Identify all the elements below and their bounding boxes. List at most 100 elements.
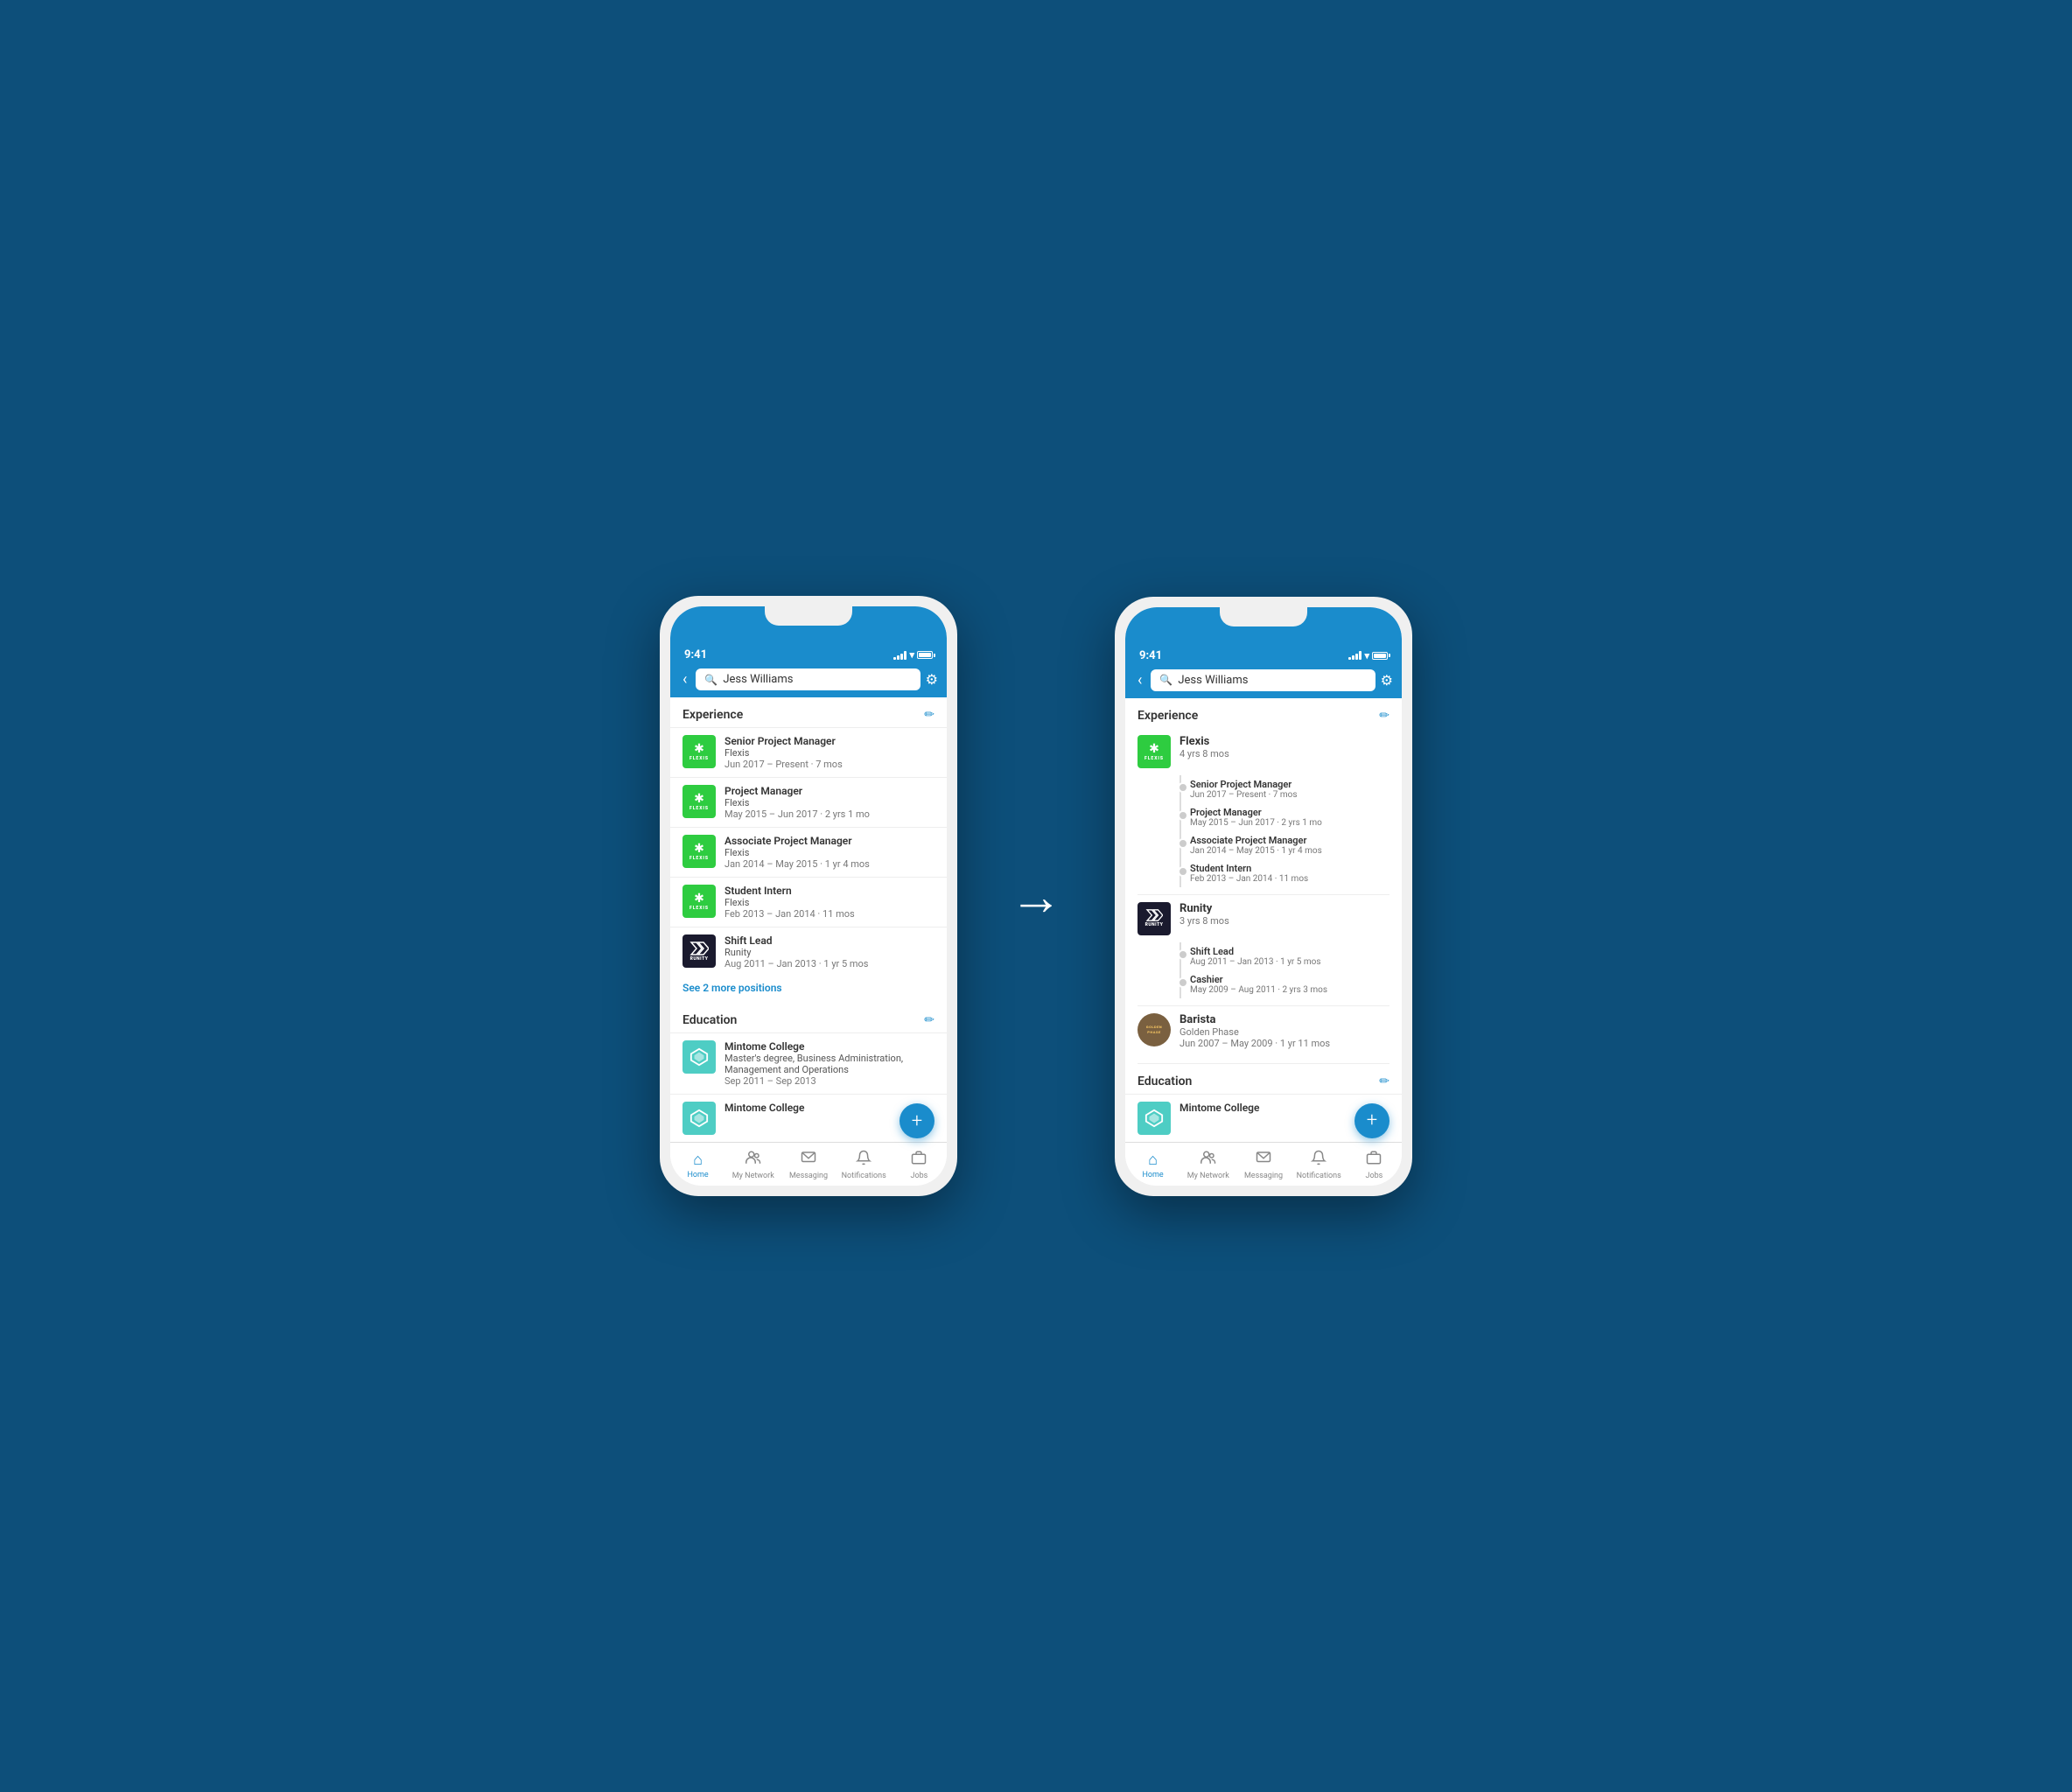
golden-name: Barista: [1180, 1013, 1390, 1026]
search-bar-right[interactable]: 🔍 Jess Williams: [1151, 669, 1375, 691]
messaging-label-right: Messaging: [1244, 1172, 1283, 1180]
golden-duration: Jun 2007 – May 2009 · 1 yr 11 mos: [1180, 1038, 1390, 1049]
nav-network-left[interactable]: My Network: [725, 1143, 780, 1186]
education-edit-left[interactable]: ✏: [924, 1013, 934, 1027]
wifi-icon-right: ▾: [1364, 650, 1369, 662]
jobs-label-left: Jobs: [911, 1172, 928, 1180]
experience-title-left: Experience: [682, 708, 743, 722]
exp-date-2: May 2015 – Jun 2017 · 2 yrs 1 mo: [724, 808, 934, 820]
edu-school-1: Mintome College: [724, 1040, 934, 1053]
exp-title-2: Project Manager: [724, 785, 934, 797]
runity-duration: 3 yrs 8 mos: [1180, 915, 1390, 927]
nav-home-left[interactable]: ⌂ Home: [670, 1144, 725, 1185]
see-more-link[interactable]: See 2 more positions: [670, 976, 947, 1003]
edu-item-1[interactable]: Mintome College Master's degree, Busines…: [670, 1032, 947, 1094]
experience-edit-right[interactable]: ✏: [1379, 709, 1390, 723]
exp-item-5[interactable]: RUNITY Shift Lead Runity Aug 2011 – Jan …: [670, 927, 947, 976]
flexis-role-4[interactable]: Student Intern Feb 2013 – Jan 2014 · 11 …: [1190, 859, 1390, 887]
nav-home-right[interactable]: ⌂ Home: [1125, 1144, 1180, 1185]
messaging-label-left: Messaging: [789, 1172, 828, 1180]
experience-header-right: Experience ✏: [1125, 698, 1402, 728]
company-group-runity: RUNITY Runity 3 yrs 8 mos Shift Lead Aug…: [1125, 895, 1402, 1005]
flexis-logo-1: ✱ FLEXIS: [682, 735, 716, 768]
home-icon-left: ⌂: [693, 1151, 703, 1169]
messaging-icon-left: [801, 1150, 816, 1170]
exp-details-4: Student Intern Flexis Feb 2013 – Jan 201…: [724, 885, 934, 920]
fab-left[interactable]: +: [900, 1103, 934, 1138]
golden-logo-grouped: GOLDENPHASE: [1138, 1013, 1171, 1046]
notifications-label-right: Notifications: [1297, 1172, 1341, 1180]
exp-company-4: Flexis: [724, 897, 934, 908]
back-button-left[interactable]: ‹: [679, 668, 690, 690]
flexis-logo-2: ✱ FLEXIS: [682, 785, 716, 818]
search-text-left: Jess Williams: [723, 673, 793, 686]
runity-info: Runity 3 yrs 8 mos: [1180, 902, 1390, 927]
exp-item-2[interactable]: ✱ FLEXIS Project Manager Flexis May 2015…: [670, 777, 947, 827]
search-icon-right: 🔍: [1159, 674, 1172, 686]
status-icons-right: ▾: [1348, 650, 1388, 662]
runity-role-1[interactable]: Shift Lead Aug 2011 – Jan 2013 · 1 yr 5 …: [1190, 942, 1390, 970]
nav-jobs-left[interactable]: Jobs: [892, 1143, 947, 1186]
jobs-label-right: Jobs: [1366, 1172, 1383, 1180]
education-header-left: Education ✏: [670, 1003, 947, 1032]
notifications-icon-right: [1311, 1150, 1326, 1170]
nav-network-right[interactable]: My Network: [1180, 1143, 1236, 1186]
edu-degree-1: Master's degree, Business Administration…: [724, 1053, 934, 1075]
nav-messaging-right[interactable]: Messaging: [1236, 1143, 1291, 1186]
nav-jobs-right[interactable]: Jobs: [1347, 1143, 1402, 1186]
exp-date-1: Jun 2017 – Present · 7 mos: [724, 759, 934, 770]
nav-notifications-left[interactable]: Notifications: [836, 1143, 892, 1186]
search-text-right: Jess Williams: [1178, 674, 1248, 687]
status-bar-left: 9:41 ▾: [670, 645, 947, 663]
mintome-logo-2: [682, 1102, 716, 1135]
battery-icon-left: [917, 651, 933, 659]
notch-area-left: [670, 606, 947, 645]
settings-button-right[interactable]: ⚙: [1381, 672, 1393, 689]
network-icon-right: [1200, 1150, 1216, 1170]
network-label-right: My Network: [1187, 1172, 1229, 1180]
fab-right[interactable]: +: [1354, 1103, 1390, 1138]
scene: 9:41 ▾ ‹ 🔍 Jess Williams ⚙: [660, 596, 1412, 1196]
flexis-role-3[interactable]: Associate Project Manager Jan 2014 – May…: [1190, 831, 1390, 859]
exp-item-3[interactable]: ✱ FLEXIS Associate Project Manager Flexi…: [670, 827, 947, 877]
header-right: ‹ 🔍 Jess Williams ⚙: [1125, 664, 1402, 698]
company-group-golden: GOLDENPHASE Barista Golden Phase Jun 200…: [1125, 1006, 1402, 1063]
exp-date-3: Jan 2014 – May 2015 · 1 yr 4 mos: [724, 858, 934, 870]
runity-role-2[interactable]: Cashier May 2009 – Aug 2011 · 2 yrs 3 mo…: [1190, 970, 1390, 998]
nav-messaging-left[interactable]: Messaging: [780, 1143, 836, 1186]
edu-date-1: Sep 2011 – Sep 2013: [724, 1075, 934, 1087]
notch-area-right: [1125, 607, 1402, 646]
back-button-right[interactable]: ‹: [1134, 669, 1145, 691]
exp-title-1: Senior Project Manager: [724, 735, 934, 747]
messaging-icon-right: [1256, 1150, 1271, 1170]
settings-button-left[interactable]: ⚙: [926, 671, 938, 688]
education-edit-right[interactable]: ✏: [1379, 1074, 1390, 1088]
runity-icon-5: [690, 941, 709, 956]
network-label-left: My Network: [732, 1172, 774, 1180]
exp-company-1: Flexis: [724, 747, 934, 759]
exp-company-3: Flexis: [724, 847, 934, 858]
status-time-right: 9:41: [1139, 649, 1162, 662]
notifications-icon-left: [856, 1150, 872, 1170]
exp-item-1[interactable]: ✱ FLEXIS Senior Project Manager Flexis J…: [670, 727, 947, 777]
flexis-role-1[interactable]: Senior Project Manager Jun 2017 – Presen…: [1190, 775, 1390, 803]
nav-notifications-right[interactable]: Notifications: [1292, 1143, 1347, 1186]
education-title-right: Education: [1138, 1074, 1192, 1088]
exp-item-4[interactable]: ✱ FLEXIS Student Intern Flexis Feb 2013 …: [670, 877, 947, 927]
signal-icon-left: [893, 651, 906, 660]
runity-logo-grouped: RUNITY: [1138, 902, 1171, 935]
status-icons-left: ▾: [893, 649, 933, 661]
flexis-role-2[interactable]: Project Manager May 2015 – Jun 2017 · 2 …: [1190, 803, 1390, 831]
exp-details-5: Shift Lead Runity Aug 2011 – Jan 2013 · …: [724, 934, 934, 970]
jobs-icon-right: [1366, 1150, 1382, 1170]
flexis-company-header[interactable]: ✱ FLEXIS Flexis 4 yrs 8 mos: [1138, 735, 1390, 768]
runity-company-header[interactable]: RUNITY Runity 3 yrs 8 mos: [1138, 902, 1390, 935]
runity-name: Runity: [1180, 902, 1390, 915]
bottom-nav-right: ⌂ Home My Network: [1125, 1142, 1402, 1186]
golden-company-header[interactable]: GOLDENPHASE Barista Golden Phase Jun 200…: [1138, 1013, 1390, 1049]
flexis-logo-3: ✱ FLEXIS: [682, 835, 716, 868]
mintome-icon-1: [690, 1047, 709, 1067]
notch-left: [765, 606, 852, 626]
search-bar-left[interactable]: 🔍 Jess Williams: [696, 668, 920, 690]
experience-edit-left[interactable]: ✏: [924, 708, 934, 722]
